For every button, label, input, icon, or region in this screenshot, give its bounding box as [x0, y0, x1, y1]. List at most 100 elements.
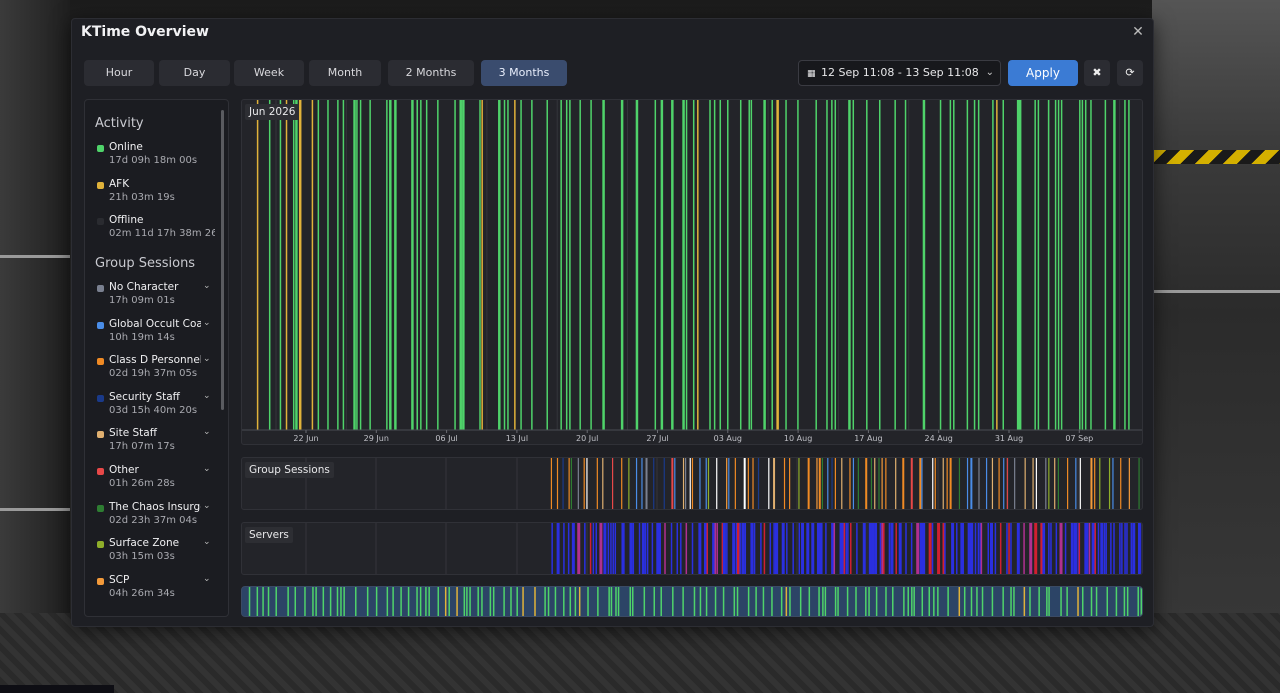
server-bar [781, 523, 785, 574]
activity-timeline-chart[interactable]: 22 Jun 29 Jun 06 Jul 13 Jul 20 Jul 27 Jul 03 A… [241, 99, 1143, 445]
tab-3-months[interactable]: 3 Months [481, 60, 567, 86]
date-range-select[interactable]: ▦ 12 Sep 11:08 - 13 Sep 11:08 ⌄ [798, 60, 1001, 86]
server-bar [741, 523, 745, 574]
scrubber-bar [574, 587, 577, 616]
activity-bar [1002, 100, 1005, 430]
scrubber-bar [587, 587, 589, 616]
scrubber-bar [928, 587, 930, 616]
server-bar [698, 523, 702, 574]
group-session-item[interactable]: Class D Personnel 02d 19h 37m 05s ⌄ [97, 354, 215, 384]
activity-bar [697, 100, 699, 430]
server-bar [816, 523, 820, 574]
group-session-item[interactable]: No Character 17h 09m 01s ⌄ [97, 281, 215, 311]
group-session-bar [921, 458, 923, 509]
server-bar [584, 523, 586, 574]
close-icon[interactable]: ✕ [1131, 25, 1145, 39]
timeline-scrubber[interactable] [241, 586, 1143, 617]
scrubber-bar [921, 587, 924, 616]
server-bar [1059, 523, 1063, 574]
server-bar [1126, 523, 1128, 574]
activity-bar [939, 100, 942, 430]
scrubber-bar [448, 587, 450, 616]
group-session-bar [612, 458, 614, 509]
server-bar [556, 523, 560, 574]
scrubber-bar [865, 587, 867, 616]
server-bar [1091, 523, 1095, 574]
group-session-bar [621, 458, 623, 509]
group-session-item[interactable]: Other 01h 26m 28s ⌄ [97, 464, 215, 494]
group-session-bar [798, 458, 800, 509]
group-session-bar [821, 458, 823, 509]
activity-item[interactable]: AFK 21h 03m 19s [97, 178, 215, 208]
scrubber-bar [981, 587, 984, 616]
server-bar [1085, 523, 1089, 574]
group-session-bar [834, 458, 836, 509]
chevron-down-icon[interactable]: ⌄ [203, 464, 211, 474]
scrubber-bar [970, 587, 973, 616]
x-tick-label: 29 Jun [364, 434, 389, 443]
group-session-item[interactable]: Global Occult Coalition10h 19m 14s ⌄ [97, 318, 215, 348]
group-session-bar [645, 458, 648, 509]
chevron-down-icon[interactable]: ⌄ [203, 427, 211, 437]
activity-item[interactable]: Online 17d 09h 18m 00s [97, 141, 215, 171]
tab-2-months[interactable]: 2 Months [388, 60, 474, 86]
tab-week[interactable]: Week [234, 60, 304, 86]
legend-swatch [97, 181, 104, 189]
apply-button[interactable]: Apply [1008, 60, 1078, 86]
tab-month[interactable]: Month [309, 60, 381, 86]
server-bar [1110, 523, 1112, 574]
server-bar [1097, 523, 1100, 574]
scrubber-bar [615, 587, 617, 616]
activity-item[interactable]: Offline 02m 11d 17h 38m 26s [97, 214, 215, 244]
chevron-down-icon[interactable]: ⌄ [203, 537, 211, 547]
refresh-icon[interactable]: ⟳ [1117, 60, 1143, 86]
x-tick-label: 31 Aug [995, 434, 1023, 443]
server-bar [769, 523, 772, 574]
group-session-bar [932, 458, 934, 509]
group-session-item[interactable]: Security Staff 03d 15h 40m 20s ⌄ [97, 391, 215, 421]
tab-day[interactable]: Day [159, 60, 230, 86]
activity-bar [1054, 100, 1057, 430]
group-session-bar [783, 458, 786, 509]
legend-swatch [97, 468, 104, 475]
group-session-bar [1057, 458, 1059, 509]
group-session-duration: 03d 15h 40m 20s [109, 404, 198, 416]
scrubber-bar [799, 587, 802, 616]
scrubber-bar [653, 587, 656, 616]
server-bar [1070, 523, 1074, 574]
group-session-duration: 17h 09m 01s [109, 295, 175, 306]
chevron-down-icon[interactable]: ⌄ [203, 391, 211, 401]
scrubber-bar [267, 587, 270, 616]
server-bar [632, 523, 635, 574]
server-bar [879, 523, 882, 574]
server-bar [610, 523, 612, 574]
chevron-down-icon[interactable]: ⌄ [203, 318, 211, 328]
group-session-item[interactable]: Surface Zone 03h 15m 03s ⌄ [97, 537, 215, 567]
scrubber-bar [329, 587, 332, 616]
activity-bar [337, 100, 339, 430]
collapse-icon[interactable]: ✖ [1084, 60, 1110, 86]
scrubber-bar [304, 587, 306, 616]
server-bar [664, 523, 666, 574]
scrubber-bar [569, 587, 572, 616]
tab-hour[interactable]: Hour [84, 60, 154, 86]
activity-bar [268, 100, 271, 430]
activity-duration: 17d 09h 18m 00s [109, 155, 198, 166]
chevron-down-icon[interactable]: ⌄ [203, 354, 211, 364]
server-bar [1078, 523, 1081, 574]
group-session-bar [807, 458, 810, 509]
scrubber-bar [386, 587, 389, 616]
chevron-down-icon[interactable]: ⌄ [203, 501, 211, 511]
group-session-bar [641, 458, 643, 509]
group-session-item[interactable]: SCP 04h 26m 34s ⌄ [97, 574, 215, 604]
chevron-down-icon[interactable]: ⌄ [203, 281, 211, 291]
group-session-bar [816, 458, 818, 509]
group-session-item[interactable]: Site Staff 17h 07m 17s ⌄ [97, 427, 215, 457]
server-bar [910, 523, 913, 574]
group-session-item[interactable]: The Chaos Insurgency02d 23h 37m 04s ⌄ [97, 501, 215, 531]
sidebar-scrollbar[interactable] [221, 110, 224, 410]
servers-band[interactable]: Servers [241, 522, 1143, 575]
chevron-down-icon[interactable]: ⌄ [203, 574, 211, 584]
group-sessions-band[interactable]: Group Sessions [241, 457, 1143, 510]
scrubber-bar [1077, 587, 1079, 616]
